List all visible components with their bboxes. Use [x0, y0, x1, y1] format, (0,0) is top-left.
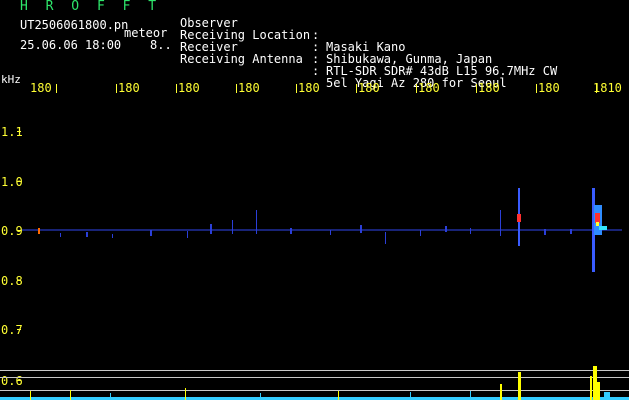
signal-level-graph	[0, 366, 629, 400]
x-tick-marks	[56, 84, 597, 93]
spectrogram-plot	[0, 84, 629, 400]
y-tick-marks	[17, 131, 21, 381]
background-noise-trace	[22, 210, 622, 244]
signal-spot	[38, 228, 40, 234]
meteor-echo-2	[592, 188, 607, 272]
level-reference-lines	[0, 370, 629, 391]
meteor-echo-1	[517, 188, 521, 246]
